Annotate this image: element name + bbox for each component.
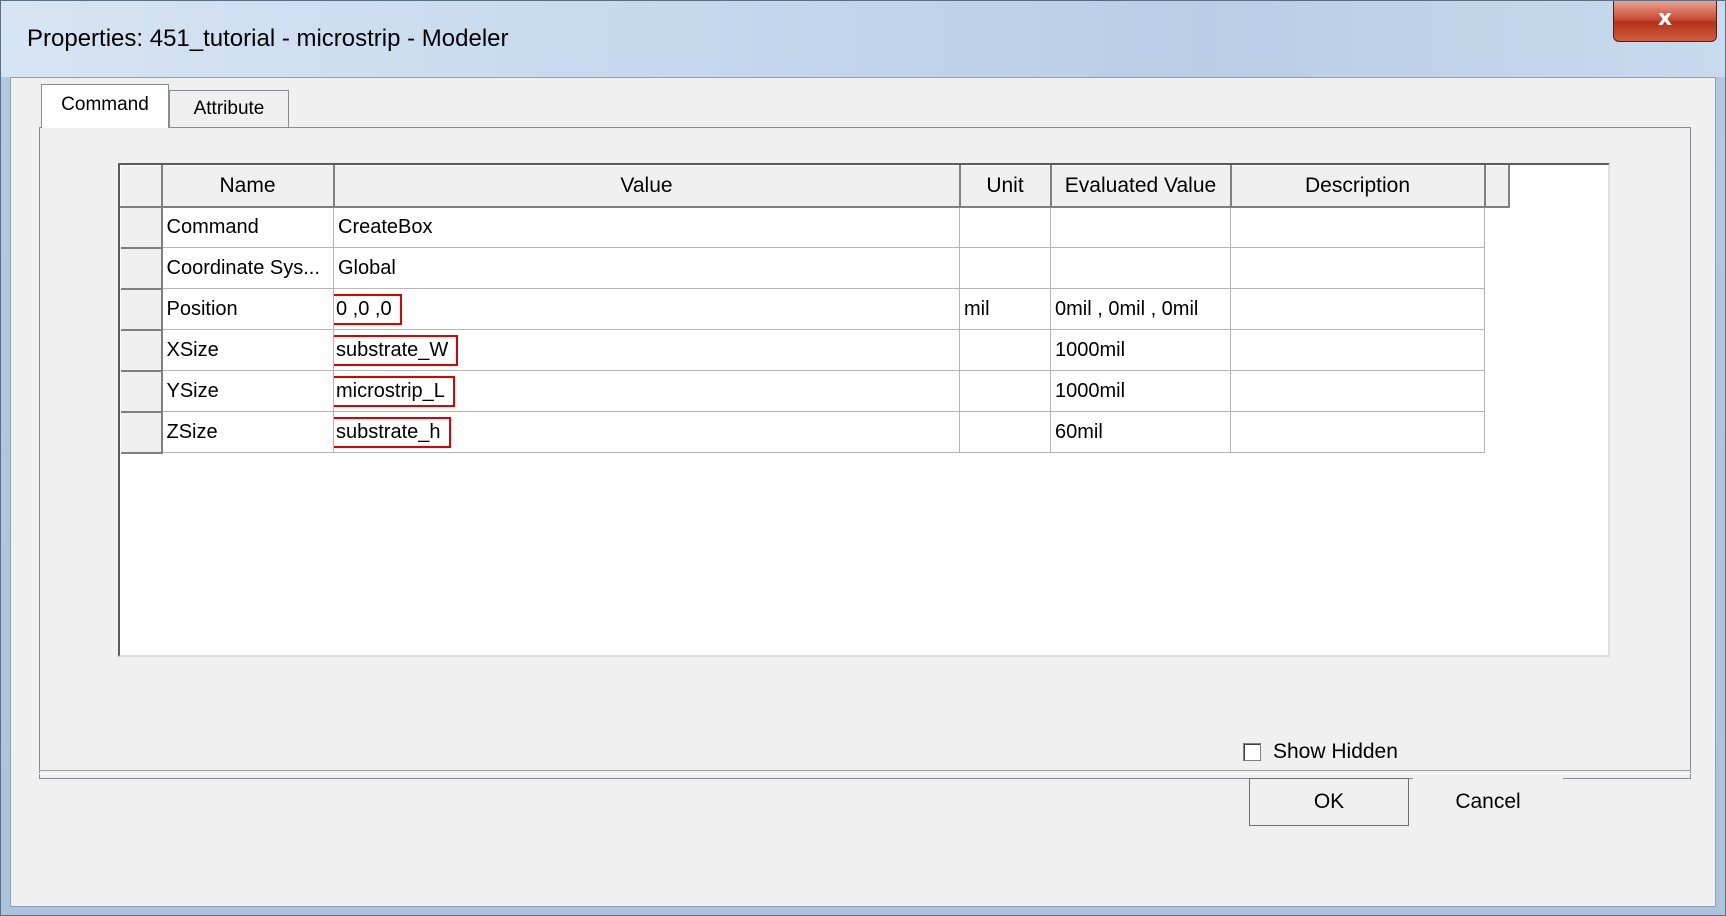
cell-filler <box>1485 330 1509 371</box>
cell-description[interactable] <box>1230 329 1485 371</box>
cell-evaluated-value[interactable]: 1000mil <box>1050 329 1231 371</box>
table-row[interactable]: Coordinate Sys... Global <box>120 247 1509 290</box>
divider <box>39 770 1691 774</box>
cell-name-text: ZSize <box>166 420 218 443</box>
show-hidden-label: Show Hidden <box>1273 740 1398 763</box>
cell-filler <box>1485 248 1509 289</box>
cell-unit[interactable] <box>959 411 1051 453</box>
cell-name-text: Command <box>166 215 259 238</box>
cell-name[interactable]: Command <box>161 206 334 248</box>
cell-description[interactable] <box>1230 247 1485 289</box>
column-header-name[interactable]: Name <box>161 165 335 208</box>
cell-evaluated-value-text: 1000mil <box>1055 338 1126 361</box>
row-header[interactable] <box>120 411 163 454</box>
cell-value-text: 0 ,0 ,0 <box>333 293 402 325</box>
cell-unit[interactable] <box>959 370 1051 412</box>
table-row[interactable]: ZSize substrate_h 60mil <box>120 411 1509 454</box>
title-bar[interactable]: Properties: 451_tutorial - microstrip - … <box>1 1 1725 77</box>
cell-description[interactable] <box>1230 288 1485 330</box>
cell-name-text: XSize <box>166 338 219 361</box>
cell-unit[interactable] <box>959 206 1051 248</box>
cell-name[interactable]: Coordinate Sys... <box>161 247 334 289</box>
row-header[interactable] <box>120 288 163 331</box>
cell-evaluated-value[interactable] <box>1050 206 1231 248</box>
tab-attribute[interactable]: Attribute <box>169 90 289 128</box>
properties-dialog: Properties: 451_tutorial - microstrip - … <box>0 0 1726 916</box>
window-title: Properties: 451_tutorial - microstrip - … <box>27 25 509 52</box>
cell-unit[interactable] <box>959 329 1051 371</box>
cell-description[interactable] <box>1230 206 1485 248</box>
column-header-description[interactable]: Description <box>1230 165 1486 208</box>
cell-evaluated-value-text: 1000mil <box>1055 379 1126 402</box>
cell-filler <box>1485 412 1509 453</box>
row-header[interactable] <box>120 370 163 413</box>
cell-value[interactable]: Global <box>333 247 960 289</box>
properties-table: Name Value Unit Evaluated Value Descript… <box>120 165 1510 454</box>
tab-command[interactable]: Command <box>41 84 169 128</box>
dialog-client-area: Command Attribute Name Value Unit Evalua… <box>10 77 1716 907</box>
cell-description[interactable] <box>1230 411 1485 453</box>
cell-name-text: YSize <box>166 379 219 402</box>
cell-unit[interactable] <box>959 247 1051 289</box>
properties-grid: Name Value Unit Evaluated Value Descript… <box>118 163 1610 657</box>
cell-value[interactable]: microstrip_L <box>333 370 960 412</box>
cell-filler <box>1485 371 1509 412</box>
cell-name-text: Position <box>166 297 238 320</box>
cell-evaluated-value-text: 60mil <box>1055 420 1103 443</box>
row-header[interactable] <box>120 329 163 372</box>
cell-evaluated-value-text: 0mil , 0mil , 0mil <box>1055 297 1199 320</box>
column-header-unit[interactable]: Unit <box>959 165 1052 208</box>
cell-value[interactable]: 0 ,0 ,0 <box>333 288 960 330</box>
table-row[interactable]: Command CreateBox <box>120 206 1509 249</box>
row-header[interactable] <box>120 247 163 290</box>
column-header-value[interactable]: Value <box>333 165 961 208</box>
cell-value-text: Global <box>338 256 396 279</box>
cell-filler <box>1485 289 1509 330</box>
corner-header[interactable] <box>120 165 163 208</box>
cell-value-text: substrate_W <box>333 334 459 366</box>
table-row[interactable]: XSize substrate_W 1000mil <box>120 329 1509 372</box>
show-hidden-checkbox[interactable] <box>1243 743 1261 761</box>
close-icon[interactable]: x <box>1658 6 1672 31</box>
cell-name-text: Coordinate Sys... <box>166 256 320 279</box>
cell-evaluated-value[interactable]: 1000mil <box>1050 370 1231 412</box>
cell-filler <box>1485 207 1509 248</box>
column-header-filler <box>1484 165 1510 208</box>
cancel-button[interactable]: Cancel <box>1413 778 1563 826</box>
cell-name[interactable]: ZSize <box>161 411 334 453</box>
cell-value-text: substrate_h <box>333 416 451 448</box>
table-row[interactable]: Position 0 ,0 ,0 mil 0mil , 0mil , 0mil <box>120 288 1509 331</box>
cell-unit-text: mil <box>964 297 990 320</box>
cell-value[interactable]: substrate_W <box>333 329 960 371</box>
table-row[interactable]: YSize microstrip_L 1000mil <box>120 370 1509 413</box>
cell-value-text: microstrip_L <box>333 375 455 407</box>
cell-evaluated-value[interactable]: 60mil <box>1050 411 1231 453</box>
ok-button[interactable]: OK <box>1249 778 1409 826</box>
cell-unit[interactable]: mil <box>959 288 1051 330</box>
cell-evaluated-value[interactable] <box>1050 247 1231 289</box>
cell-name[interactable]: YSize <box>161 370 334 412</box>
row-header[interactable] <box>120 206 163 249</box>
cell-value[interactable]: substrate_h <box>333 411 960 453</box>
cell-name[interactable]: Position <box>161 288 334 330</box>
show-hidden-option[interactable]: Show Hidden <box>1243 740 1398 764</box>
column-header-evaluated-value[interactable]: Evaluated Value <box>1050 165 1232 208</box>
tab-page: Name Value Unit Evaluated Value Descript… <box>39 127 1691 779</box>
cell-evaluated-value[interactable]: 0mil , 0mil , 0mil <box>1050 288 1231 330</box>
close-button[interactable]: x <box>1613 1 1717 42</box>
cell-value[interactable]: CreateBox <box>333 206 960 248</box>
header-row: Name Value Unit Evaluated Value Descript… <box>120 165 1510 208</box>
cell-value-text: CreateBox <box>338 215 433 238</box>
cell-description[interactable] <box>1230 370 1485 412</box>
cell-name[interactable]: XSize <box>161 329 334 371</box>
